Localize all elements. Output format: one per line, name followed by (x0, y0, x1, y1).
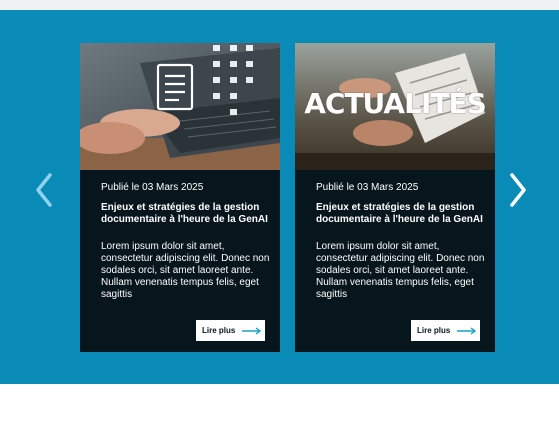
news-card-date: Publié le 03 Mars 2025 (316, 182, 419, 193)
news-card: ACTUALITÉS Publié le 03 Mars 2025 Enjeux… (295, 43, 495, 352)
news-card-image: ACTUALITÉS (295, 43, 495, 170)
news-card-excerpt: Lorem ipsum dolor sit amet, consectetur … (101, 241, 270, 300)
page-top-strip (0, 0, 559, 10)
arrow-right-icon (457, 326, 477, 335)
read-more-label: Lire plus (202, 326, 236, 335)
arrow-right-icon (242, 326, 262, 335)
read-more-button[interactable]: Lire plus (196, 320, 265, 341)
read-more-button[interactable]: Lire plus (411, 320, 480, 341)
news-card-excerpt: Lorem ipsum dolor sit amet, consectetur … (316, 241, 485, 300)
news-carousel-section: Publié le 03 Mars 2025 Enjeux et stratég… (0, 10, 559, 384)
news-card-image-overlay: ACTUALITÉS (304, 87, 487, 120)
news-card-date: Publié le 03 Mars 2025 (101, 182, 204, 193)
chevron-right-icon (510, 173, 526, 207)
read-more-label: Lire plus (417, 326, 451, 335)
news-card-image (80, 43, 280, 170)
laptop-documents-image (80, 43, 280, 170)
chevron-left-icon (36, 173, 52, 207)
news-card-title[interactable]: Enjeux et stratégies de la gestion docum… (101, 202, 271, 226)
carousel-next-button[interactable] (506, 170, 530, 210)
news-card-title[interactable]: Enjeux et stratégies de la gestion docum… (316, 202, 486, 226)
carousel-prev-button[interactable] (32, 170, 56, 210)
news-card: Publié le 03 Mars 2025 Enjeux et stratég… (80, 43, 280, 352)
